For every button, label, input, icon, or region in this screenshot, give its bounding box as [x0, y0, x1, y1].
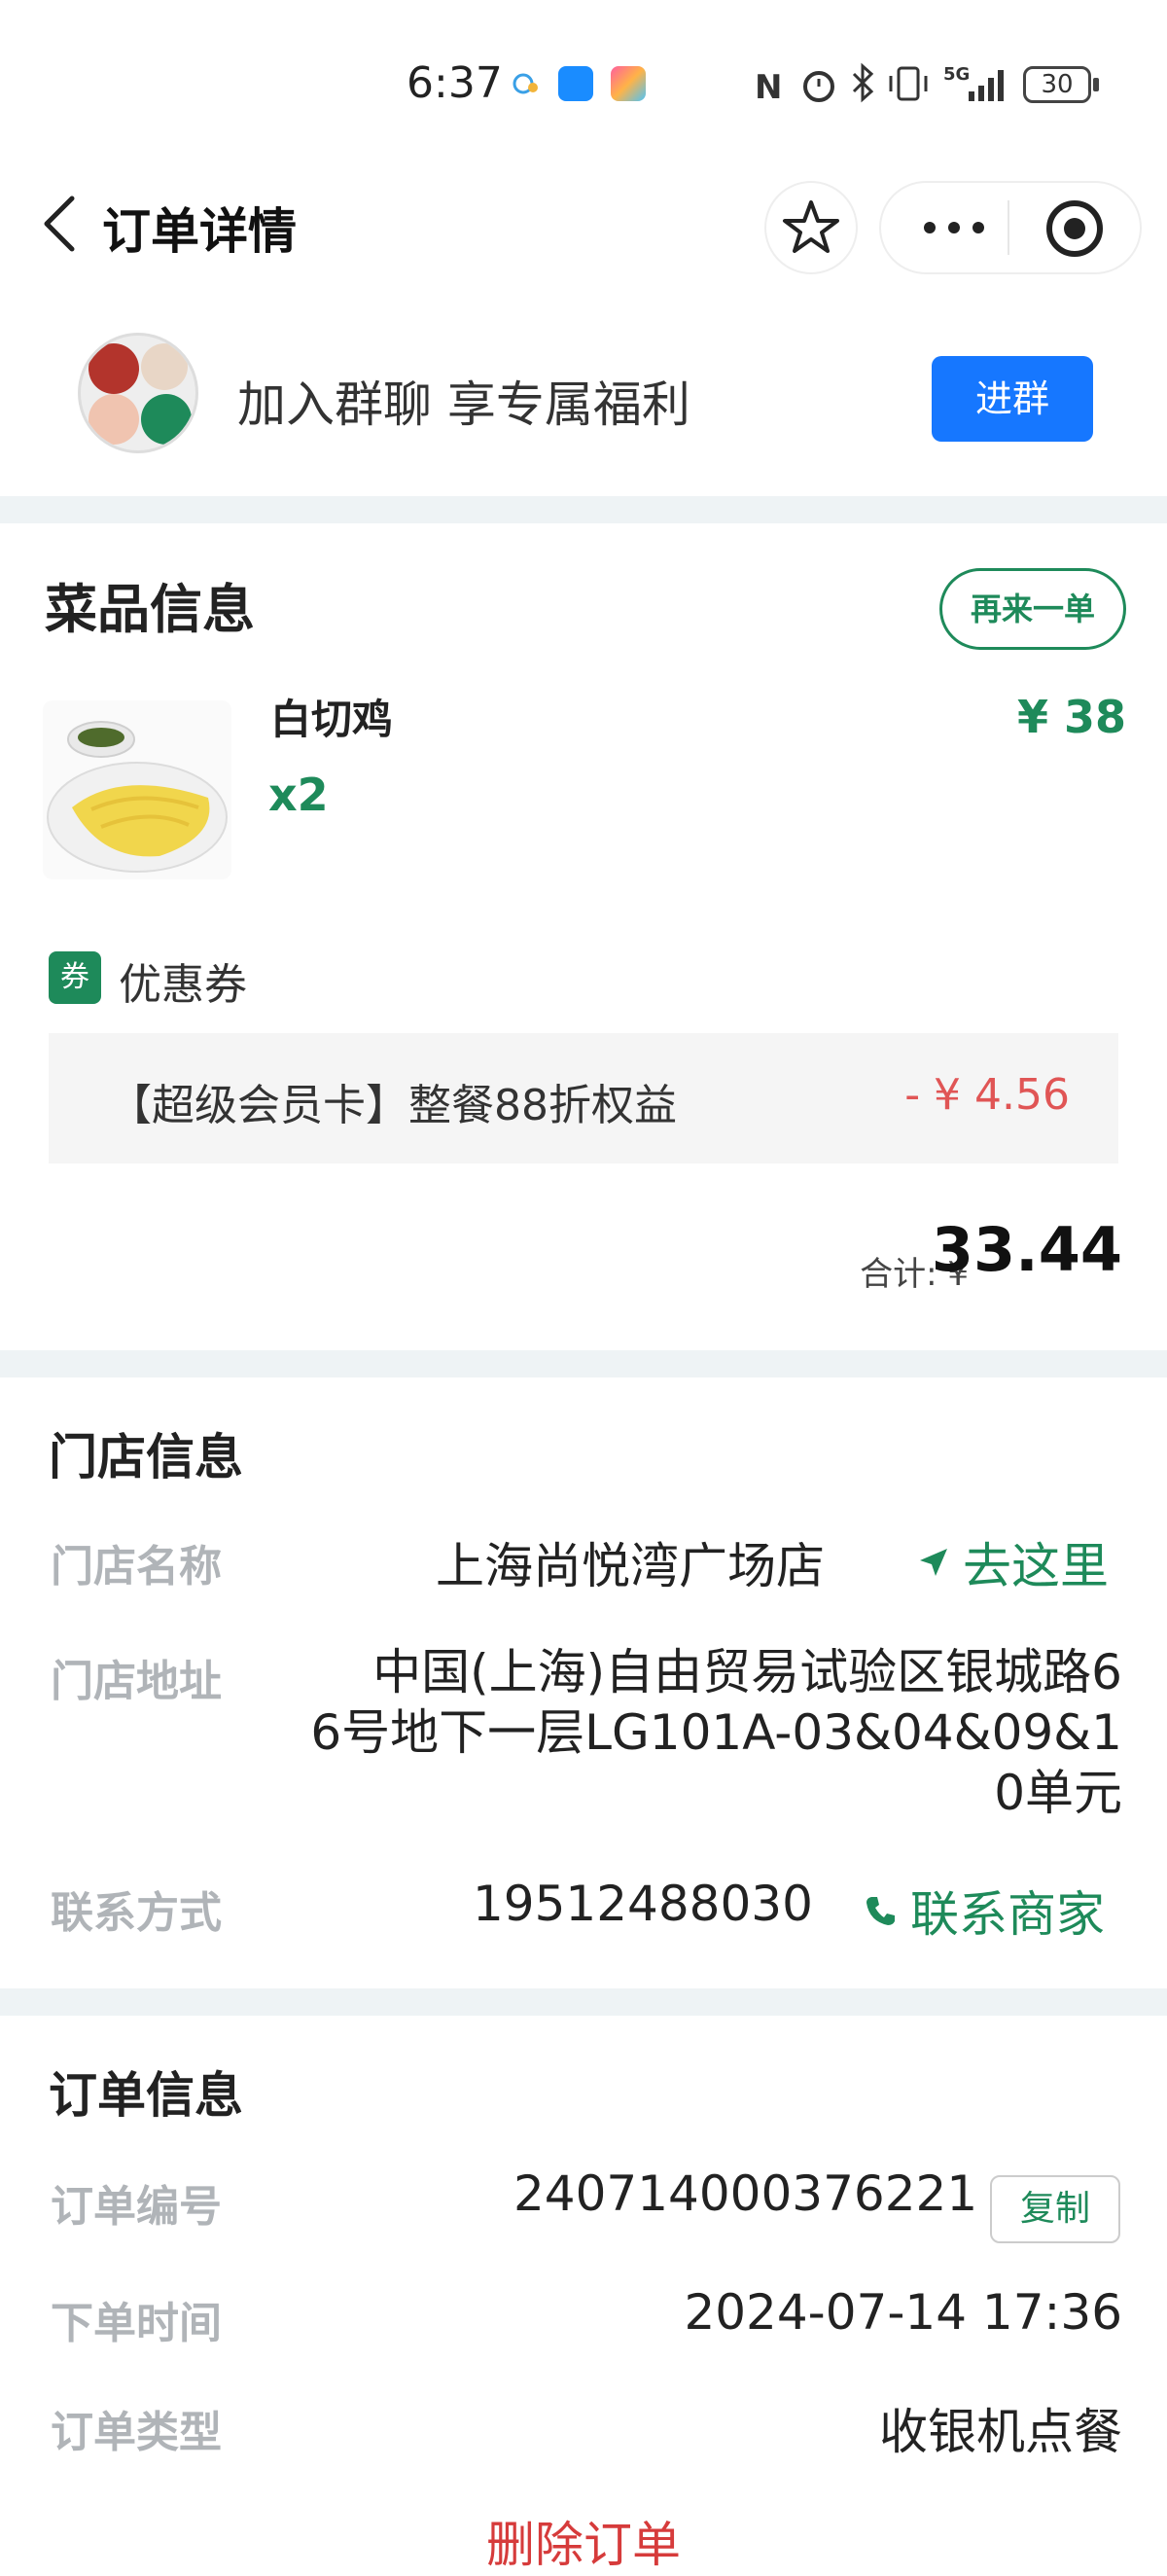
group-avatar — [78, 333, 198, 453]
app-notification-icon-2 — [611, 66, 646, 101]
battery-tip — [1093, 78, 1099, 91]
store-address: 中国(上海)自由贸易试验区银城路6 6号地下一层LG101A-03&04&09&… — [310, 1642, 1122, 1823]
location-arrow-icon — [920, 1549, 947, 1576]
back-icon[interactable] — [39, 195, 78, 253]
bluetooth-icon — [850, 62, 875, 107]
phone-icon — [866, 1897, 895, 1925]
contact-phone: 19512488030 — [473, 1876, 813, 1932]
address-line: 6号地下一层LG101A-03&04&09&1 — [310, 1704, 1122, 1761]
coupon-icon: 券 — [49, 951, 101, 1004]
order-time-label: 下单时间 — [51, 2299, 222, 2348]
coupon-name: 【超级会员卡】整餐88折权益 — [109, 1081, 677, 1130]
order-number-label: 订单编号 — [51, 2182, 222, 2232]
total-value: 33.44 — [931, 1214, 1122, 1285]
favorite-button[interactable] — [764, 181, 858, 274]
store-name-label: 门店名称 — [51, 1542, 222, 1592]
capsule-divider — [1008, 200, 1009, 255]
contact-merchant-button[interactable]: 联系商家 — [864, 1876, 1105, 1946]
group-invite-text: 加入群聊 享专属福利 — [237, 376, 690, 433]
app-notification-icon — [558, 66, 593, 101]
signal-icon — [967, 64, 1015, 107]
dish-name: 白切鸡 — [270, 696, 394, 743]
address-line: 0单元 — [994, 1765, 1122, 1821]
order-number: 240714000376221 — [513, 2165, 978, 2222]
order-section-title: 订单信息 — [49, 2067, 243, 2124]
join-group-button[interactable]: 进群 — [932, 356, 1093, 442]
reorder-button[interactable]: 再来一单 — [939, 568, 1126, 650]
dish-image — [43, 700, 231, 879]
coupon-discount: - ¥ 4.56 — [904, 1070, 1070, 1120]
store-address-label: 门店地址 — [51, 1657, 222, 1706]
battery-icon: 30 — [1023, 66, 1091, 103]
vibrate-icon — [887, 64, 930, 107]
dish-quantity: x2 — [268, 769, 329, 821]
status-bar: 6:37 N 5G 30 — [0, 0, 1167, 165]
status-time: 6:37 — [407, 58, 503, 108]
order-type-label: 订单类型 — [51, 2408, 222, 2457]
more-icon[interactable] — [920, 214, 988, 245]
order-time: 2024-07-14 17:36 — [684, 2284, 1122, 2341]
nfc-icon: N — [755, 68, 783, 107]
dish-section-title: 菜品信息 — [45, 579, 255, 640]
navigate-label: 去这里 — [963, 1538, 1109, 1594]
delete-order-button[interactable]: 删除订单 — [0, 2506, 1167, 2576]
copy-button[interactable]: 复制 — [990, 2175, 1120, 2243]
section-divider — [0, 496, 1167, 523]
star-icon — [783, 200, 839, 253]
store-name: 上海尚悦湾广场店 — [436, 1538, 825, 1594]
close-mini-program-icon[interactable] — [1044, 198, 1105, 263]
section-divider — [0, 1988, 1167, 2016]
alarm-icon — [799, 66, 838, 107]
address-line: 中国(上海)自由贸易试验区银城路6 — [372, 1644, 1122, 1700]
coupon-label: 优惠券 — [119, 960, 247, 1010]
navigate-button[interactable]: 去这里 — [916, 1527, 1109, 1597]
contact-merchant-label: 联系商家 — [910, 1886, 1105, 1943]
dish-price: ¥ 38 — [1016, 691, 1126, 743]
store-section-title: 门店信息 — [49, 1429, 243, 1485]
section-divider — [0, 1350, 1167, 1377]
page-title: 订单详情 — [102, 203, 297, 260]
order-type: 收银机点餐 — [879, 2404, 1122, 2460]
contact-label: 联系方式 — [51, 1888, 222, 1938]
weather-icon — [512, 72, 541, 95]
